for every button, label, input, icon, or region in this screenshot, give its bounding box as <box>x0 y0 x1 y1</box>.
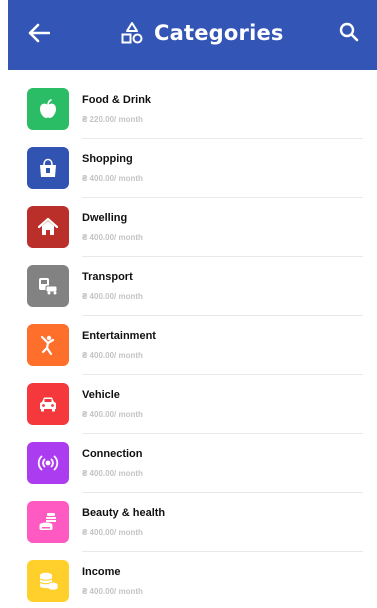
shopping-bag-icon <box>40 158 56 177</box>
category-amount: ₴ 400.00/ month <box>82 233 143 242</box>
coins-icon <box>39 572 58 590</box>
category-icon-box <box>27 442 69 484</box>
category-name: Income <box>82 566 121 578</box>
category-amount: ₴ 400.00/ month <box>82 587 143 596</box>
category-name: Shopping <box>82 153 133 165</box>
search-icon <box>339 22 359 42</box>
category-row-dwelling[interactable]: Dwelling ₴ 400.00/ month <box>8 198 377 257</box>
category-row-shopping[interactable]: Shopping ₴ 400.00/ month <box>8 139 377 198</box>
cosmetics-icon <box>39 513 56 530</box>
category-amount: ₴ 400.00/ month <box>82 292 143 301</box>
arrow-left-icon <box>28 23 50 43</box>
dancer-icon <box>40 335 55 356</box>
category-amount: ₴ 400.00/ month <box>82 410 143 419</box>
car-icon <box>40 397 56 412</box>
apple-icon <box>40 99 56 118</box>
category-row-food-drink[interactable]: Food & Drink ₴ 220.00/ month <box>8 80 377 139</box>
shapes-icon <box>121 22 143 44</box>
category-name: Food & Drink <box>82 94 152 106</box>
category-name: Entertainment <box>82 330 156 342</box>
page-title: Categories <box>154 21 284 45</box>
category-icon-box <box>27 206 69 248</box>
category-amount: ₴ 400.00/ month <box>82 528 143 537</box>
category-amount: ₴ 400.00/ month <box>82 469 143 478</box>
house-icon <box>37 217 59 235</box>
signal-icon <box>37 455 59 471</box>
category-row-connection[interactable]: Connection ₴ 400.00/ month <box>8 434 377 493</box>
category-icon-box <box>27 147 69 189</box>
back-button[interactable] <box>26 20 52 46</box>
category-row-beauty-health[interactable]: Beauty & health ₴ 400.00/ month <box>8 493 377 552</box>
category-name: Vehicle <box>82 389 120 401</box>
category-icon-box <box>27 560 69 602</box>
category-amount: ₴ 220.00/ month <box>82 115 143 124</box>
search-button[interactable] <box>337 20 361 44</box>
category-icon-box <box>27 383 69 425</box>
category-amount: ₴ 400.00/ month <box>82 174 143 183</box>
category-list: Food & Drink ₴ 220.00/ month Shopping ₴ … <box>8 80 377 608</box>
category-name: Dwelling <box>82 212 128 224</box>
category-icon-box <box>27 501 69 543</box>
category-row-income[interactable]: Income ₴ 400.00/ month <box>8 552 377 608</box>
category-icon-box <box>27 324 69 366</box>
category-row-transport[interactable]: Transport ₴ 400.00/ month <box>8 257 377 316</box>
category-icon-box <box>27 88 69 130</box>
category-row-entertainment[interactable]: Entertainment ₴ 400.00/ month <box>8 316 377 375</box>
title-group: Categories <box>120 18 284 48</box>
vehicles-icon <box>39 278 58 295</box>
category-name: Beauty & health <box>82 507 166 519</box>
category-amount: ₴ 400.00/ month <box>82 351 143 360</box>
category-name: Transport <box>82 271 133 283</box>
category-icon-box <box>27 265 69 307</box>
category-name: Connection <box>82 448 143 460</box>
app-header: Categories <box>8 0 377 70</box>
category-row-vehicle[interactable]: Vehicle ₴ 400.00/ month <box>8 375 377 434</box>
